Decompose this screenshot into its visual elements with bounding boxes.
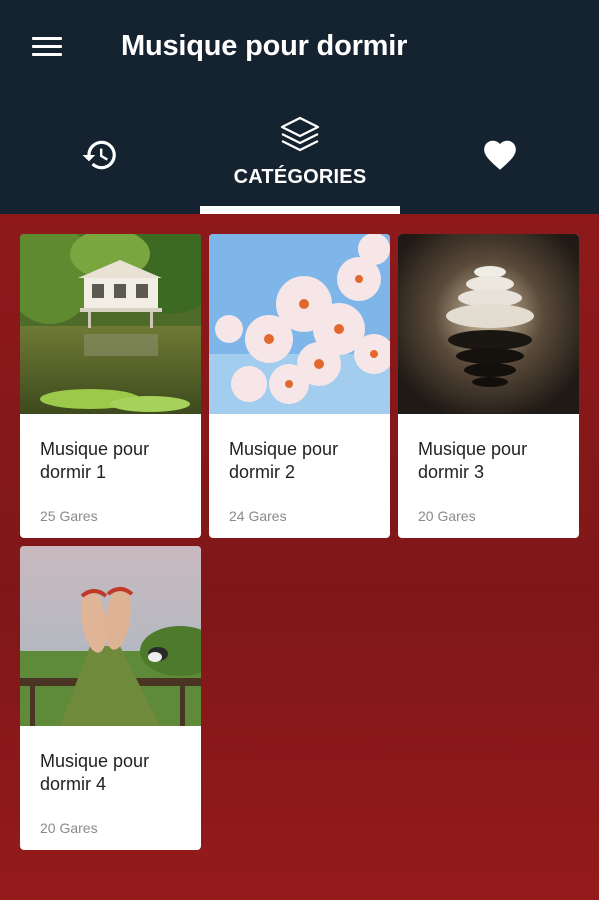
category-card-1[interactable]: Musique pour dormir 1 25 Gares xyxy=(20,234,201,538)
category-card-4[interactable]: Musique pour dormir 4 20 Gares xyxy=(20,546,201,850)
feet-sandals-photo xyxy=(20,546,201,726)
category-card-2[interactable]: Musique pour dormir 2 24 Gares xyxy=(209,234,390,538)
app-bar: Musique pour dormir CATÉGORIES xyxy=(0,0,599,214)
heart-icon xyxy=(483,140,516,170)
tab-categories-label: CATÉGORIES xyxy=(233,166,367,188)
pond-pavilion-photo xyxy=(20,234,201,414)
history-icon xyxy=(82,140,116,170)
categories-grid: Musique pour dormir 1 25 Gares Musique p… xyxy=(0,214,599,900)
category-count: 20 Gares xyxy=(418,508,476,524)
tab-history[interactable] xyxy=(0,108,200,214)
layers-icon xyxy=(280,116,320,152)
menu-icon[interactable] xyxy=(30,34,66,60)
tab-favorites[interactable] xyxy=(400,108,599,214)
active-tab-indicator xyxy=(200,206,400,214)
category-title: Musique pour dormir 2 xyxy=(229,439,339,482)
category-card-3[interactable]: Musique pour dormir 3 20 Gares xyxy=(398,234,579,538)
tab-categories[interactable]: CATÉGORIES xyxy=(200,108,400,214)
category-count: 20 Gares xyxy=(40,820,98,836)
cherry-blossom-photo xyxy=(209,234,390,414)
category-title: Musique pour dormir 4 xyxy=(40,751,150,794)
category-count: 24 Gares xyxy=(229,508,287,524)
category-title: Musique pour dormir 1 xyxy=(40,439,150,482)
stacked-stones-photo xyxy=(398,234,579,414)
app-title: Musique pour dormir xyxy=(121,30,408,62)
category-title: Musique pour dormir 3 xyxy=(418,439,528,482)
category-count: 25 Gares xyxy=(40,508,98,524)
